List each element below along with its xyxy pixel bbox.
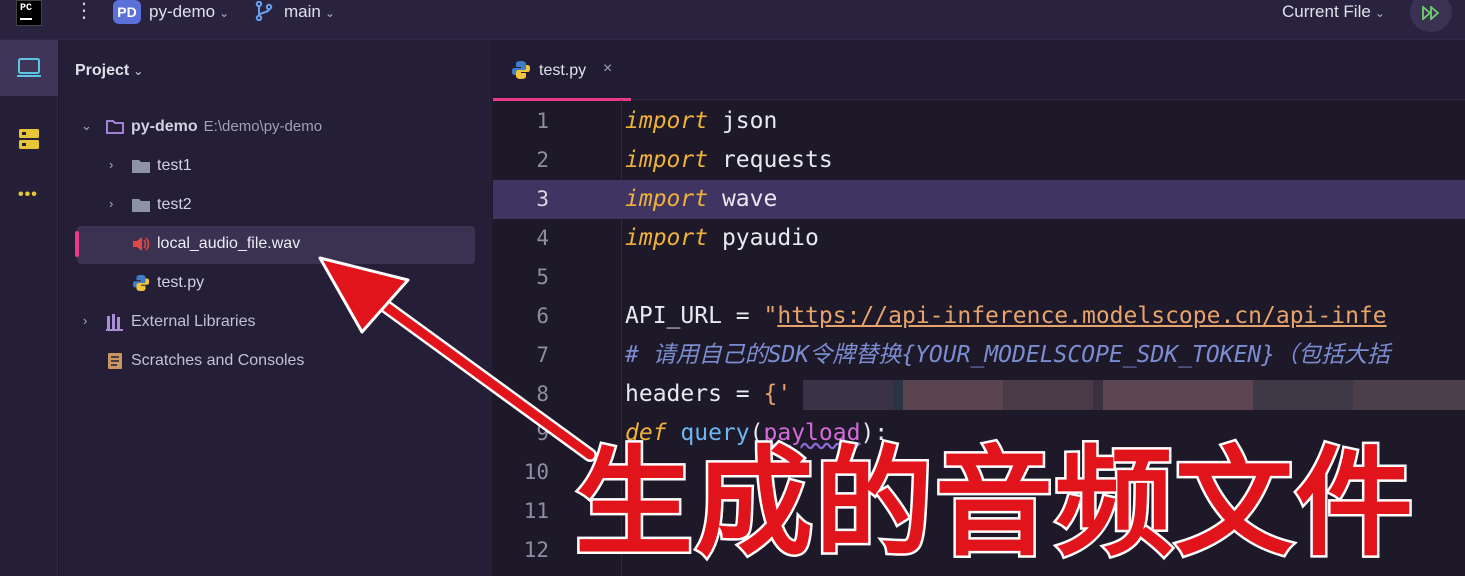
chevron-down-icon: ⌄ xyxy=(1374,6,1385,20)
run-debug-icon[interactable] xyxy=(1410,0,1452,32)
chevron-right-icon[interactable]: › xyxy=(83,313,87,328)
code-line-5[interactable]: 5 xyxy=(493,258,1465,297)
tool-window-strip: ••• xyxy=(0,40,58,576)
code-line-1[interactable]: 1 import json xyxy=(493,102,1465,141)
folder-icon xyxy=(132,160,150,173)
audio-file-icon xyxy=(133,237,150,251)
run-config-selector[interactable]: Current File ⌄ xyxy=(1282,2,1385,22)
tree-item-label: test2 xyxy=(157,196,192,213)
main-menu-icon[interactable]: ⋮ xyxy=(74,1,94,21)
line-number: 3 xyxy=(536,187,549,211)
code-text: requests xyxy=(708,147,833,173)
chevron-down-icon: ⌄ xyxy=(133,64,144,78)
branch-switcher[interactable]: main ⌄ xyxy=(284,2,335,22)
keyword: import xyxy=(625,147,709,173)
chevron-down-icon: ⌄ xyxy=(324,6,335,20)
scratches-icon xyxy=(108,353,122,369)
code-line-2[interactable]: 2 import requests xyxy=(493,141,1465,180)
editor-tab-bar: test.py × xyxy=(493,40,1465,101)
tree-item-test1[interactable]: › test1 xyxy=(59,148,492,186)
code-text: json xyxy=(708,108,778,134)
tree-item-label: local_audio_file.wav xyxy=(157,235,301,252)
project-tool-button[interactable] xyxy=(0,40,58,96)
active-tab-indicator xyxy=(493,98,631,101)
tree-item-label: Scratches and Consoles xyxy=(131,352,305,369)
line-number: 11 xyxy=(523,499,549,523)
tab-test-py[interactable]: test.py × xyxy=(493,40,631,101)
project-badge[interactable]: PD xyxy=(113,0,141,24)
api-url-string[interactable]: https://api-inference.modelscope.cn/api-… xyxy=(777,303,1386,329)
keyword: import xyxy=(625,225,709,251)
module-folder-icon xyxy=(106,120,124,134)
project-name: py-demo xyxy=(149,2,216,21)
run-config-label: Current File xyxy=(1282,2,1371,21)
code-comment: # 请用自己的SDK令牌替换{YOUR_MODELSCOPE_SDK_TOKEN… xyxy=(625,342,1391,368)
tree-item-py-demo[interactable]: ⌄ py-demo E:\demo\py-demo xyxy=(59,109,492,147)
project-switcher[interactable]: py-demo ⌄ xyxy=(149,2,229,22)
line-number: 1 xyxy=(536,109,549,133)
title-bar: PC ⋮ PD py-demo ⌄ main ⌄ Current File ⌄ xyxy=(0,0,1465,40)
keyword: import xyxy=(625,108,709,134)
code-line-8[interactable]: 8 headers = {' xyxy=(493,375,1465,414)
structure-icon[interactable] xyxy=(16,126,42,152)
chevron-down-icon: ⌄ xyxy=(219,6,230,20)
pycharm-logo[interactable]: PC xyxy=(16,0,42,26)
code-line-6[interactable]: 6 API_URL = "https://api-inference.model… xyxy=(493,297,1465,336)
code-line-7[interactable]: 7 # 请用自己的SDK令牌替换{YOUR_MODELSCOPE_SDK_TOK… xyxy=(493,336,1465,375)
code-text: pyaudio xyxy=(708,225,819,251)
tree-item-label: External Libraries xyxy=(131,313,256,330)
tree-item-label: test1 xyxy=(157,157,192,174)
line-number: 12 xyxy=(523,538,549,562)
code-text: {' xyxy=(763,381,792,407)
code-text: headers = xyxy=(625,381,764,407)
project-path: E:\demo\py-demo xyxy=(203,118,323,135)
code-text: wave xyxy=(708,186,778,212)
code-text: API_URL = xyxy=(625,303,764,329)
code-line-3[interactable]: 3 import wave xyxy=(493,180,1465,219)
library-icon xyxy=(106,314,123,331)
annotation-caption: 生成的音频文件 xyxy=(572,432,1416,575)
chevron-right-icon[interactable]: › xyxy=(109,196,113,211)
selection-marker xyxy=(75,231,79,257)
branch-icon xyxy=(255,1,273,21)
python-file-icon xyxy=(132,274,150,292)
more-icon[interactable]: ••• xyxy=(18,186,38,204)
keyword: import xyxy=(625,186,709,212)
logo-text: PC xyxy=(20,3,33,14)
project-icon xyxy=(17,58,41,77)
tree-item-label: test.py xyxy=(157,274,205,291)
line-number: 2 xyxy=(536,148,549,172)
tree-item-test2[interactable]: › test2 xyxy=(59,187,492,225)
panel-title: Project xyxy=(75,62,130,79)
code-line-4[interactable]: 4 import pyaudio xyxy=(493,219,1465,258)
string-quote: " xyxy=(763,303,778,329)
tab-label: test.py xyxy=(539,62,587,79)
chevron-right-icon[interactable]: › xyxy=(109,157,113,172)
branch-name: main xyxy=(284,2,321,21)
folder-icon xyxy=(132,199,150,212)
chevron-down-icon[interactable]: ⌄ xyxy=(81,118,92,134)
close-icon[interactable]: × xyxy=(603,60,612,78)
tree-item-label: py-demo E:\demo\py-demo xyxy=(131,118,323,135)
project-panel-header[interactable]: Project ⌄ xyxy=(75,62,143,80)
python-file-icon xyxy=(512,61,530,79)
